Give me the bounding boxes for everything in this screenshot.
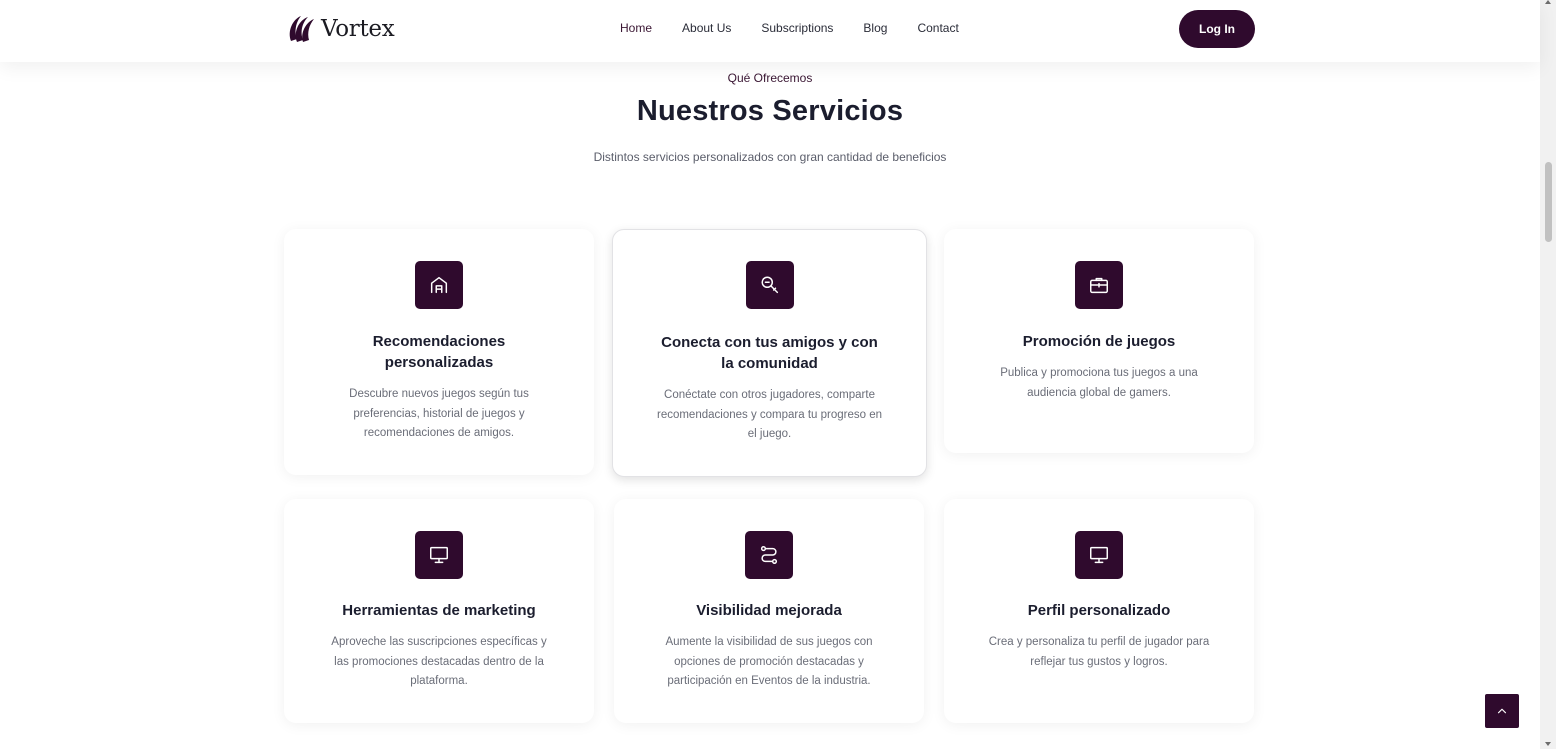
card-title: Promoción de juegos: [1022, 333, 1176, 350]
scroll-down-arrow-icon[interactable]: [1545, 742, 1551, 746]
section-subtitle: Distintos servicios personalizados con g…: [593, 150, 947, 164]
service-card-community: Conecta con tus amigos y con la comunida…: [612, 229, 927, 477]
logo[interactable]: Vortex: [285, 12, 395, 46]
briefcase-icon: [1075, 261, 1123, 309]
service-card-custom-profile: Perfil personalizado Crea y personaliza …: [944, 499, 1254, 723]
navbar: Vortex Home About Us Subscriptions Blog …: [0, 0, 1540, 62]
card-description: Aproveche las suscripciones específicas …: [331, 636, 547, 687]
back-to-top-button[interactable]: [1485, 694, 1519, 728]
scroll-up-arrow-icon[interactable]: [1545, 0, 1551, 4]
home-icon: [415, 261, 463, 309]
service-card-visibility: Visibilidad mejorada Aumente la visibili…: [614, 499, 924, 723]
nav-link-about-us[interactable]: About Us: [682, 20, 731, 36]
login-button[interactable]: Log In: [1179, 10, 1255, 48]
nav-link-subscriptions[interactable]: Subscriptions: [761, 20, 833, 36]
card-description: Publica y promociona tus juegos a una au…: [1000, 367, 1198, 399]
card-description: Descubre nuevos juegos según tus prefere…: [349, 388, 529, 439]
main-nav: Home About Us Subscriptions Blog Contact: [620, 20, 989, 36]
scrollbar[interactable]: [1540, 0, 1556, 749]
route-icon: [745, 531, 793, 579]
search-icon: [745, 261, 794, 309]
nav-link-contact[interactable]: Contact: [917, 20, 958, 36]
nav-link-home[interactable]: Home: [620, 20, 652, 36]
card-title: Conecta con tus amigos y con la comunida…: [661, 334, 878, 372]
service-card-marketing-tools: Herramientas de marketing Aproveche las …: [284, 499, 594, 723]
section-eyebrow: Qué Ofrecemos: [727, 71, 813, 85]
card-title: Herramientas de marketing: [342, 602, 536, 619]
vortex-logo-icon: [289, 16, 314, 42]
card-description: Aumente la visibilidad de sus juegos con…: [665, 636, 873, 687]
service-card-recommendations: Recomendaciones personalizadas Descubre …: [284, 229, 594, 475]
monitor-icon: [1075, 531, 1123, 579]
card-description: Conéctate con otros jugadores, comparte …: [656, 389, 882, 440]
monitor-icon: [415, 531, 463, 579]
card-description: Crea y personaliza tu perfil de jugador …: [988, 636, 1210, 668]
scrollbar-thumb[interactable]: [1545, 162, 1552, 242]
service-card-game-promotion: Promoción de juegos Publica y promociona…: [944, 229, 1254, 453]
logo-text: Vortex: [321, 16, 395, 42]
card-title: Visibilidad mejorada: [696, 602, 842, 619]
card-title: Perfil personalizado: [1027, 602, 1171, 619]
card-title: Recomendaciones personalizadas: [372, 333, 506, 371]
chevron-up-icon: [1497, 708, 1507, 714]
section-title: Nuestros Servicios: [636, 95, 904, 127]
nav-link-blog[interactable]: Blog: [863, 20, 887, 36]
